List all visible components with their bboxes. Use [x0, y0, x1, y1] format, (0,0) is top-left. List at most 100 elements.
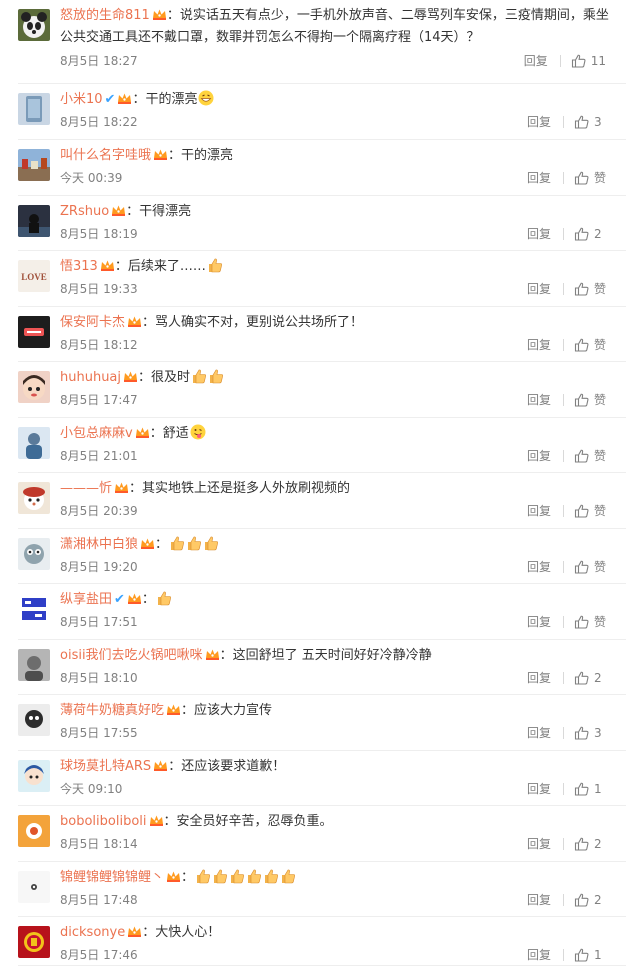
username-link[interactable]: ———忻 — [60, 481, 112, 496]
reply-button[interactable]: 回复 — [527, 336, 551, 353]
reply-button[interactable]: 回复 — [527, 225, 551, 242]
comment-text: ：干的漂亮 — [132, 92, 198, 107]
like-icon[interactable] — [574, 282, 590, 296]
city-avatar[interactable] — [18, 149, 50, 181]
reply-button[interactable]: 回复 — [527, 113, 551, 130]
action-divider — [562, 171, 564, 184]
reply-button[interactable]: 回复 — [527, 724, 551, 741]
thumb-emoji-icon — [207, 257, 223, 273]
like-count[interactable]: 赞 — [594, 169, 606, 186]
anime-avatar[interactable] — [18, 760, 50, 792]
love-avatar[interactable]: LOVE — [18, 260, 50, 292]
reply-button[interactable]: 回复 — [527, 558, 551, 575]
username-link[interactable]: 纵享盐田 — [60, 592, 112, 607]
comment-timestamp: 8月5日 17:47 — [60, 393, 138, 407]
phone-avatar[interactable] — [18, 93, 50, 125]
like-icon[interactable] — [574, 171, 590, 185]
bw-avatar[interactable] — [18, 704, 50, 736]
like-count[interactable]: 3 — [594, 726, 606, 740]
reply-button[interactable]: 回复 — [527, 780, 551, 797]
username-link[interactable]: 叫什么名字哇哦 — [60, 148, 151, 163]
like-icon[interactable] — [574, 893, 590, 907]
like-count[interactable]: 赞 — [594, 391, 606, 408]
like-icon[interactable] — [574, 504, 590, 518]
like-count[interactable]: 赞 — [594, 558, 606, 575]
username-link[interactable]: 潇湘林中白狼 — [60, 537, 138, 552]
comment-timestamp: 8月5日 17:51 — [60, 615, 138, 629]
like-count[interactable]: 赞 — [594, 336, 606, 353]
username-link[interactable]: 怒放的生命811 — [60, 8, 150, 23]
thumb-emoji-icon — [203, 535, 219, 551]
like-count[interactable]: 赞 — [594, 502, 606, 519]
like-icon[interactable] — [574, 948, 590, 962]
username-link[interactable]: 锦鲤锦鲤锦锦鲤丶 — [60, 870, 164, 885]
reply-button[interactable]: 回复 — [527, 835, 551, 852]
like-count[interactable]: 1 — [594, 782, 606, 796]
username-link[interactable]: oisii我们去吃火锅吧啾咪 — [60, 648, 203, 663]
reply-button[interactable]: 回复 — [527, 391, 551, 408]
panda-avatar[interactable] — [18, 9, 50, 41]
username-link[interactable]: dicksonye — [60, 925, 125, 940]
reply-button[interactable]: 回复 — [527, 502, 551, 519]
like-count[interactable]: 1 — [594, 948, 606, 962]
like-icon[interactable] — [574, 782, 590, 796]
gray-avatar[interactable] — [18, 649, 50, 681]
like-count[interactable]: 3 — [594, 115, 606, 129]
blue-avatar[interactable] — [18, 427, 50, 459]
reply-button[interactable]: 回复 — [527, 946, 551, 963]
reply-button[interactable]: 回复 — [524, 52, 548, 69]
username-link[interactable]: huhuhuaj — [60, 370, 121, 385]
like-count[interactable]: 2 — [594, 893, 606, 907]
like-count[interactable]: 11 — [591, 54, 606, 68]
kid-avatar[interactable] — [18, 371, 50, 403]
username-link[interactable]: ZRshuo — [60, 204, 109, 219]
reply-button[interactable]: 回复 — [527, 613, 551, 630]
like-icon[interactable] — [571, 54, 587, 68]
like-icon[interactable] — [574, 615, 590, 629]
like-count[interactable]: 2 — [594, 671, 606, 685]
comment-item: 怒放的生命811 ：说实话五天有点少，一手机外放声音、二辱骂列车安保，三疫情期间，… — [0, 0, 626, 84]
username-link[interactable]: 悟313 — [60, 259, 98, 274]
club-avatar[interactable] — [18, 926, 50, 958]
username-link[interactable]: boboliboliboli — [60, 814, 147, 829]
username-link[interactable]: 薄荷牛奶糖真好吃 — [60, 703, 164, 718]
white-avatar[interactable] — [18, 871, 50, 903]
reply-button[interactable]: 回复 — [527, 169, 551, 186]
text-avatar[interactable] — [18, 593, 50, 625]
like-count[interactable]: 赞 — [594, 447, 606, 464]
thumb-emoji-icon — [208, 368, 224, 384]
comment-text: ：很及时 — [138, 370, 191, 385]
comment-body: 薄荷牛奶糖真好吃 ：应该大力宣传 — [60, 700, 612, 722]
black-avatar[interactable] — [18, 316, 50, 348]
like-icon[interactable] — [574, 449, 590, 463]
like-icon[interactable] — [574, 227, 590, 241]
like-icon[interactable] — [574, 393, 590, 407]
username-link[interactable]: 小米10 — [60, 92, 103, 107]
reply-button[interactable]: 回复 — [527, 669, 551, 686]
username-link[interactable]: 保安阿卡杰 — [60, 315, 125, 330]
dark-avatar[interactable] — [18, 205, 50, 237]
like-count[interactable]: 2 — [594, 837, 606, 851]
like-count[interactable]: 2 — [594, 227, 606, 241]
like-count[interactable]: 赞 — [594, 280, 606, 297]
reply-button[interactable]: 回复 — [527, 447, 551, 464]
orange-avatar[interactable] — [18, 815, 50, 847]
comment-item: ZRshuo ：干得漂亮 8月5日 18:19 回复 2 — [0, 196, 626, 251]
like-icon[interactable] — [574, 726, 590, 740]
comment-timestamp: 8月5日 18:10 — [60, 671, 138, 685]
username-link[interactable]: 小包总麻麻v — [60, 426, 133, 441]
reply-button[interactable]: 回复 — [527, 891, 551, 908]
like-count[interactable]: 赞 — [594, 613, 606, 630]
cat-avatar[interactable] — [18, 482, 50, 514]
action-divider — [563, 726, 564, 739]
reply-button[interactable]: 回复 — [527, 280, 551, 297]
comment-actions: 回复 2 — [527, 891, 606, 908]
wolf-avatar[interactable] — [18, 538, 50, 570]
like-icon[interactable] — [574, 338, 590, 352]
like-icon[interactable] — [574, 837, 590, 851]
thumb-emoji-icon — [246, 868, 262, 884]
like-icon[interactable] — [574, 671, 590, 685]
like-icon[interactable] — [574, 560, 590, 574]
username-link[interactable]: 球场莫扎特ARS — [60, 759, 151, 774]
like-icon[interactable] — [574, 115, 590, 129]
